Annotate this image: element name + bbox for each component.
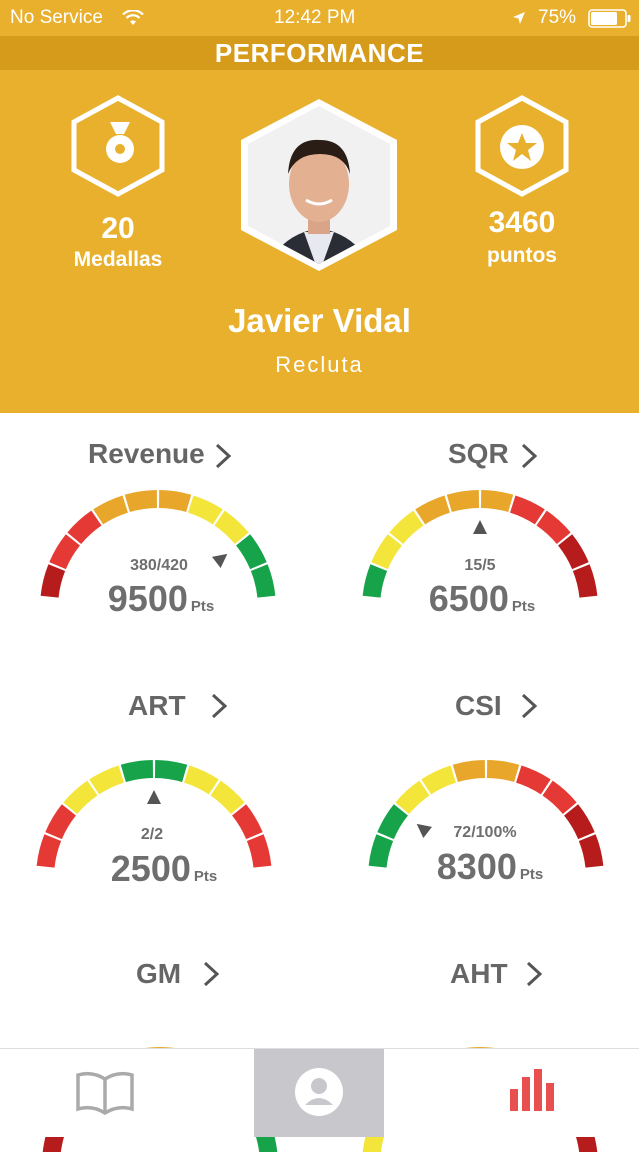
- points-unit: Pts: [193, 868, 218, 885]
- status-bar: No Service 12:42 PM 75%: [0, 0, 639, 36]
- medals-label: Medallas: [73, 248, 163, 271]
- battery-percent: 75%: [538, 7, 577, 28]
- points-count: 3460: [488, 206, 556, 239]
- metric-fraction-csi: 72/100%: [453, 824, 517, 841]
- book-icon: [76, 1071, 134, 1116]
- chevron-right-icon[interactable]: [520, 693, 538, 719]
- gauge-segment: [184, 765, 219, 795]
- gauge-segment: [49, 534, 80, 570]
- points-unit: Pts: [190, 598, 215, 615]
- gauge-segment: [542, 780, 577, 814]
- chevron-right-icon[interactable]: [210, 693, 228, 719]
- gauge-segment: [395, 780, 430, 814]
- gauge-segment: [371, 534, 402, 570]
- gauge-segment: [389, 510, 424, 544]
- chevron-right-icon[interactable]: [525, 961, 543, 987]
- metric-title-gm[interactable]: GM: [136, 958, 181, 990]
- gauge-segment: [210, 780, 245, 814]
- gauge-segment: [236, 534, 267, 570]
- avatar-photo: [248, 106, 390, 264]
- gauge-segment: [516, 765, 551, 795]
- gauge-segment: [93, 495, 128, 525]
- gauge-segment: [158, 490, 192, 513]
- chevron-right-icon[interactable]: [214, 443, 232, 469]
- metric-title-sqr[interactable]: SQR: [448, 438, 509, 470]
- metric-points-art: 2500 Pts: [64, 848, 264, 890]
- metric-fraction-revenue: 380/420: [130, 557, 188, 574]
- gauge-segment: [214, 510, 249, 544]
- gauge-needle: [147, 790, 161, 804]
- gauge-segment: [558, 534, 589, 570]
- gauge-segment: [154, 760, 188, 783]
- gauge-segment: [377, 804, 408, 840]
- user-rank: Recluta: [275, 352, 364, 377]
- tab-performance[interactable]: [384, 1049, 639, 1137]
- gauge-segment: [120, 760, 154, 783]
- metric-fraction-art: 2/2: [140, 826, 164, 843]
- gauge-segment: [536, 510, 571, 544]
- points-value: 2500: [110, 848, 191, 889]
- tab-bar: [0, 1048, 639, 1137]
- battery-icon: [588, 9, 631, 28]
- location-arrow-icon: [513, 12, 525, 24]
- gauge-segment: [89, 765, 124, 795]
- gauge-needle: [473, 520, 487, 534]
- metric-fraction-sqr: 15/5: [464, 557, 496, 574]
- gauge-segment: [452, 760, 485, 783]
- gauge-segment: [63, 780, 98, 814]
- tab-profile[interactable]: [254, 1049, 384, 1137]
- star-icon: [500, 125, 544, 169]
- points-value: 9500: [107, 578, 188, 619]
- gauge-segment: [415, 495, 450, 525]
- gauge-segment: [124, 490, 158, 513]
- points-value: 6500: [428, 578, 509, 619]
- page-title: PERFORMANCE: [0, 36, 639, 70]
- metric-points-revenue: 9500 Pts: [61, 578, 261, 620]
- points-value: 8300: [436, 846, 517, 887]
- gauge-segment: [67, 510, 102, 544]
- medal-icon: [106, 122, 134, 163]
- clock: 12:42 PM: [274, 7, 356, 28]
- bar-chart-icon: [510, 1069, 554, 1111]
- tab-library[interactable]: [0, 1049, 254, 1137]
- gauge-segment: [421, 765, 456, 795]
- wifi-icon: [122, 10, 144, 25]
- chevron-right-icon[interactable]: [202, 961, 220, 987]
- gauge-segment: [564, 804, 595, 840]
- medals-count: 20: [101, 212, 135, 245]
- gauge-segment: [510, 495, 545, 525]
- metric-title-csi[interactable]: CSI: [455, 690, 502, 722]
- points-unit: Pts: [511, 598, 536, 615]
- points-unit: Pts: [519, 866, 544, 883]
- avatar[interactable]: [236, 96, 402, 274]
- metric-points-csi: 8300 Pts: [390, 846, 590, 888]
- carrier-label: No Service: [10, 7, 103, 28]
- gauge-segment: [487, 760, 520, 783]
- points-badge[interactable]: [470, 94, 574, 198]
- gauge-segment: [36, 834, 62, 868]
- gauge-segment: [188, 495, 223, 525]
- gauge-segment: [481, 490, 514, 513]
- user-name: Javier Vidal: [228, 302, 411, 339]
- metric-title-aht[interactable]: AHT: [450, 958, 508, 990]
- gauge-segment: [446, 490, 479, 513]
- points-label: puntos: [487, 244, 557, 267]
- profile-icon: [295, 1068, 343, 1116]
- metric-title-revenue[interactable]: Revenue: [88, 438, 205, 470]
- profile-header: 20 Medallas 3460 puntos Javier Vidal Rec…: [0, 70, 639, 413]
- gauge-segment: [232, 804, 263, 840]
- medal-badge[interactable]: [66, 94, 170, 198]
- chevron-right-icon[interactable]: [520, 443, 538, 469]
- metric-title-art[interactable]: ART: [128, 690, 186, 722]
- gauge-segment: [45, 804, 76, 840]
- metric-points-sqr: 6500 Pts: [382, 578, 582, 620]
